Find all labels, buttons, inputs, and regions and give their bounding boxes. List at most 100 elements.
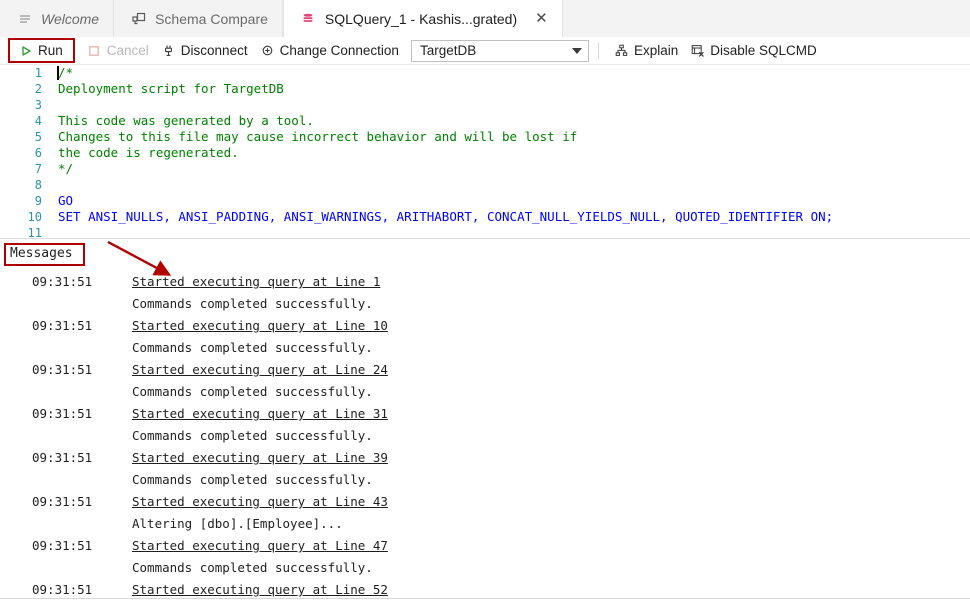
toolbar-divider xyxy=(597,42,599,59)
message-timestamp: 09:31:51 xyxy=(32,450,93,465)
connection-swap-icon xyxy=(260,43,275,58)
code-line[interactable]: 11 xyxy=(0,225,970,238)
message-timestamp xyxy=(0,557,132,579)
run-button[interactable]: Run xyxy=(12,41,69,60)
query-plan-icon xyxy=(614,43,629,58)
code-line[interactable]: 10 SET ANSI_NULLS, ANSI_PADDING, ANSI_WAR… xyxy=(0,209,970,225)
explain-button-label: Explain xyxy=(633,43,679,58)
disconnect-button-label: Disconnect xyxy=(180,43,248,58)
code-line-text xyxy=(46,225,58,238)
tab-sqlquery-1[interactable]: SQLQuery_1 - Kashis...grated) ✕ xyxy=(282,0,563,37)
close-icon[interactable]: ✕ xyxy=(535,11,548,26)
line-number: 4 xyxy=(34,114,42,128)
message-link[interactable]: Started executing query at Line 31 xyxy=(132,403,388,425)
tab-schema-compare-label: Schema Compare xyxy=(155,10,268,27)
line-number: 10 xyxy=(27,210,42,224)
message-timestamp xyxy=(0,425,132,447)
database-select[interactable]: TargetDB xyxy=(410,39,589,62)
chevron-down-icon[interactable] xyxy=(571,47,582,54)
disable-sqlcmd-button[interactable]: Disable SQLCMD xyxy=(684,41,823,60)
code-line[interactable]: 4 This code was generated by a tool. xyxy=(0,113,970,129)
code-line-text: GO xyxy=(58,193,74,208)
message-link[interactable]: Started executing query at Line 10 xyxy=(132,315,388,337)
database-select-value: TargetDB xyxy=(419,43,477,58)
explain-button[interactable]: Explain xyxy=(608,41,684,60)
code-line[interactable]: 3 xyxy=(0,97,970,113)
code-line-text: Deployment script for TargetDB xyxy=(58,81,284,96)
run-button-highlight: Run xyxy=(8,38,75,63)
message-timestamp xyxy=(0,513,132,535)
message-link[interactable]: Started executing query at Line 1 xyxy=(132,271,380,293)
code-line[interactable]: 7 */ xyxy=(0,161,970,177)
code-line[interactable]: 2 Deployment script for TargetDB xyxy=(0,81,970,97)
message-text: Altering [dbo].[Employee]... xyxy=(132,516,343,531)
disable-sqlcmd-label: Disable SQLCMD xyxy=(710,43,817,58)
code-line[interactable]: 6 the code is regenerated. xyxy=(0,145,970,161)
message-timestamp xyxy=(0,293,132,315)
run-button-label: Run xyxy=(38,43,63,58)
cancel-button: Cancel xyxy=(81,41,155,60)
code-line-text xyxy=(46,177,58,193)
code-line[interactable]: 9 GO xyxy=(0,193,970,209)
panel-bottom-rule xyxy=(0,598,970,599)
change-connection-button[interactable]: Change Connection xyxy=(254,41,405,60)
change-connection-label: Change Connection xyxy=(279,43,399,58)
message-row: 09:31:51 Started executing query at Line … xyxy=(0,447,970,469)
sql-editor[interactable]: 1 /* 2 Deployment script for TargetDB 3 4 This… xyxy=(0,65,970,238)
code-line-text: Changes to this file may cause incorrect… xyxy=(58,129,578,144)
disconnect-button[interactable]: Disconnect xyxy=(155,41,254,60)
database-stack-icon xyxy=(300,10,317,27)
message-timestamp xyxy=(0,381,132,403)
query-toolbar: Run Cancel Disconnect Change Connection … xyxy=(0,37,970,65)
play-triangle-icon xyxy=(18,43,33,58)
line-number: 7 xyxy=(34,162,42,176)
tab-welcome[interactable]: Welcome xyxy=(0,0,115,37)
message-row: Commands completed successfully. xyxy=(0,425,970,447)
message-row: 09:31:51 Started executing query at Line … xyxy=(0,535,970,557)
code-line-text: */ xyxy=(58,161,74,176)
code-line-text xyxy=(46,97,58,113)
message-row: Commands completed successfully. xyxy=(0,293,970,315)
message-row: Altering [dbo].[Employee]... xyxy=(0,513,970,535)
line-number: 3 xyxy=(34,98,42,112)
message-link[interactable]: Started executing query at Line 43 xyxy=(132,491,388,513)
messages-header-label: Messages xyxy=(4,243,85,267)
message-timestamp: 09:31:51 xyxy=(32,406,93,421)
messages-list: 09:31:51 Started executing query at Line … xyxy=(0,271,970,601)
code-line[interactable]: 5 Changes to this file may cause incorrec… xyxy=(0,129,970,145)
message-timestamp: 09:31:51 xyxy=(32,362,93,377)
message-text: Commands completed successfully. xyxy=(132,428,373,443)
message-row: 09:31:51 Started executing query at Line … xyxy=(0,271,970,293)
tab-schema-compare[interactable]: Schema Compare xyxy=(114,0,283,37)
line-number: 11 xyxy=(27,226,42,238)
message-timestamp: 09:31:51 xyxy=(32,494,93,509)
tab-welcome-label: Welcome xyxy=(41,10,100,27)
text-cursor xyxy=(57,66,59,80)
message-row: Commands completed successfully. xyxy=(0,469,970,491)
lines-icon xyxy=(16,10,33,27)
code-line-text: SET ANSI_NULLS, ANSI_PADDING, ANSI_WARNI… xyxy=(58,209,834,224)
line-number: 8 xyxy=(34,178,42,192)
message-timestamp: 09:31:51 xyxy=(32,538,93,553)
code-line[interactable]: 1 /* xyxy=(0,65,970,81)
tab-bar-empty-space xyxy=(562,0,970,37)
code-line[interactable]: 8 xyxy=(0,177,970,193)
message-timestamp: 09:31:51 xyxy=(32,318,93,333)
message-text: Commands completed successfully. xyxy=(132,560,373,575)
line-number: 2 xyxy=(34,82,42,96)
line-number: 9 xyxy=(34,194,42,208)
app-window: Welcome Schema Compare SQLQuery_1 - Kash… xyxy=(0,0,970,601)
line-number: 5 xyxy=(34,130,42,144)
line-number: 1 xyxy=(34,66,42,80)
message-row: 09:31:51 Started executing query at Line … xyxy=(0,491,970,513)
message-text: Commands completed successfully. xyxy=(132,340,373,355)
message-link[interactable]: Started executing query at Line 47 xyxy=(132,535,388,557)
code-line-text: the code is regenerated. xyxy=(58,145,239,160)
message-link[interactable]: Started executing query at Line 39 xyxy=(132,447,388,469)
message-row: 09:31:51 Started executing query at Line … xyxy=(0,359,970,381)
line-number: 6 xyxy=(34,146,42,160)
schema-compare-icon xyxy=(130,10,147,27)
message-link[interactable]: Started executing query at Line 24 xyxy=(132,359,388,381)
message-timestamp: 09:31:51 xyxy=(32,274,93,289)
code-lines-container: 1 /* 2 Deployment script for TargetDB 3 4 This… xyxy=(0,65,970,238)
